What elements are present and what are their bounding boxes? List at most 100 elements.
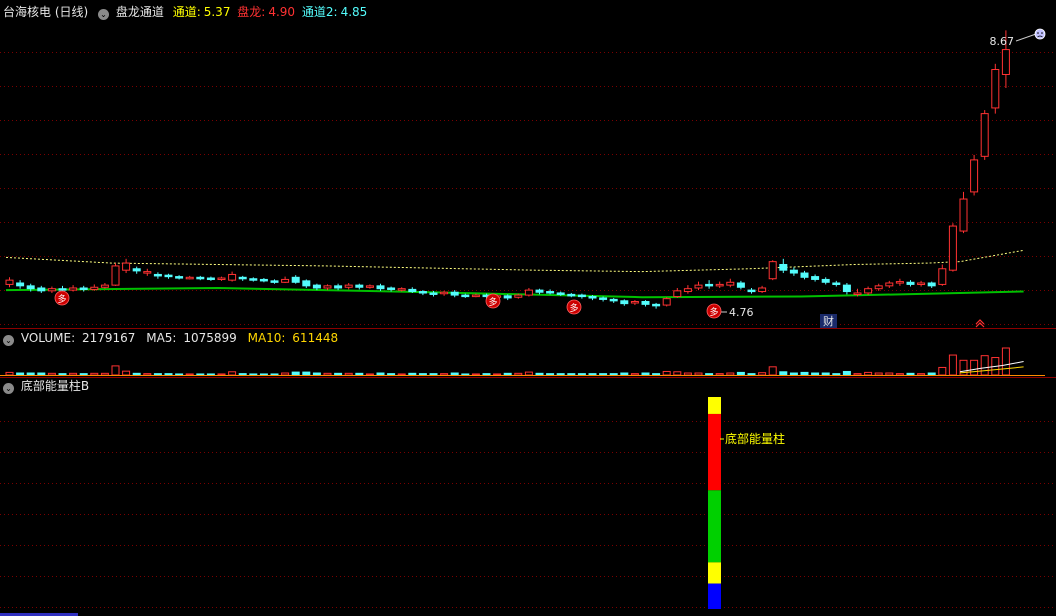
volume-bar [111, 365, 120, 376]
volume-bar [747, 373, 756, 376]
up-arrow-icon [975, 319, 985, 328]
volume-bar [281, 372, 290, 376]
candle [164, 273, 173, 279]
volume-bar [270, 373, 279, 376]
low-price-label: 4.76 [729, 306, 754, 319]
candle-body [567, 293, 576, 297]
volume-bar [471, 373, 480, 376]
volume-bar [69, 372, 78, 376]
high-price-label: 8.67 [990, 35, 1015, 48]
candle-body [895, 281, 904, 284]
collapse-toggle-icon[interactable]: ⌄ [3, 335, 14, 346]
legend-channel2-value: 4.85 [340, 5, 368, 19]
candle-body [37, 287, 46, 292]
candle-body [132, 268, 141, 272]
candle [302, 279, 311, 288]
volume-bar [535, 372, 544, 376]
candle [5, 277, 14, 288]
energy-bar-segment [708, 583, 721, 609]
volume-bar [970, 359, 979, 376]
finance-mark[interactable]: 财 [820, 314, 837, 328]
candle-body [58, 288, 67, 291]
candle [715, 281, 724, 288]
candle [991, 63, 1000, 114]
candle-body [811, 276, 820, 280]
buy-mark-4: 多 [706, 303, 722, 319]
energy-bar-segment [708, 413, 721, 491]
candle [652, 302, 661, 309]
volume-bar [493, 373, 502, 376]
volume-bar [641, 372, 650, 376]
candle-body [111, 265, 120, 286]
volume-bar [503, 372, 512, 376]
volume-bar [365, 373, 374, 376]
volume-bar [842, 370, 851, 376]
low-price-marker: 4.76 [718, 306, 754, 319]
candle [238, 275, 247, 281]
candle [291, 275, 300, 284]
volume-bar [37, 372, 46, 376]
candle [281, 276, 290, 283]
candle-body [312, 284, 321, 289]
volume-bar [948, 354, 957, 376]
candle-body [959, 198, 968, 232]
candle [641, 300, 650, 307]
volume-bar [334, 372, 343, 376]
candle-body [917, 282, 926, 285]
energy-bar-label: 底部能量柱 [725, 431, 785, 446]
volume-bar [344, 372, 353, 376]
candle-body [291, 276, 300, 283]
candle [789, 267, 798, 276]
volume-bar [927, 372, 936, 376]
candle-body [609, 298, 618, 302]
volume-bar [228, 371, 237, 376]
candle-body [238, 276, 247, 280]
candle-body [832, 282, 841, 285]
candle [980, 110, 989, 160]
candle-body [927, 282, 936, 287]
candle [927, 281, 936, 288]
candle-body [599, 297, 608, 300]
candle [694, 281, 703, 291]
candle-body [270, 280, 279, 283]
candle [37, 285, 46, 293]
candle [175, 275, 184, 280]
collapse-toggle-icon[interactable]: ⌄ [98, 9, 110, 20]
volume-bar [567, 373, 576, 376]
volume-bar [652, 373, 661, 376]
finance-mark-label: 财 [823, 314, 834, 328]
candle-body [302, 280, 311, 287]
candle-body [715, 283, 724, 287]
candle-body [196, 276, 205, 280]
indicator-title: 底部能量柱B [20, 379, 90, 393]
volume-bar [196, 373, 205, 376]
volume-bar [832, 373, 841, 376]
legend-channel-label: 通道: [172, 5, 201, 19]
candle-body [694, 284, 703, 289]
candle [334, 283, 343, 291]
candle [758, 285, 767, 293]
candle [620, 299, 629, 306]
collapse-toggle-icon[interactable]: ⌄ [3, 383, 14, 394]
candles [5, 30, 1010, 309]
candle-body [514, 294, 523, 298]
candle [683, 285, 692, 294]
candle [355, 283, 364, 290]
volume-bar [376, 372, 385, 376]
volume-bar [312, 372, 321, 376]
candle [450, 290, 459, 298]
candle [768, 260, 777, 281]
candle [948, 223, 957, 272]
candle [217, 276, 226, 281]
candle-body [821, 278, 830, 283]
volume-bar [874, 372, 883, 376]
volume-bar [153, 373, 162, 376]
candle-body [683, 288, 692, 293]
candle [47, 286, 56, 293]
buy-mark-label: 多 [57, 293, 66, 305]
volume-bar [249, 373, 258, 376]
candle [970, 154, 979, 196]
volume-bar [323, 372, 332, 376]
candle-body [217, 277, 226, 281]
volume-bar [800, 371, 809, 376]
